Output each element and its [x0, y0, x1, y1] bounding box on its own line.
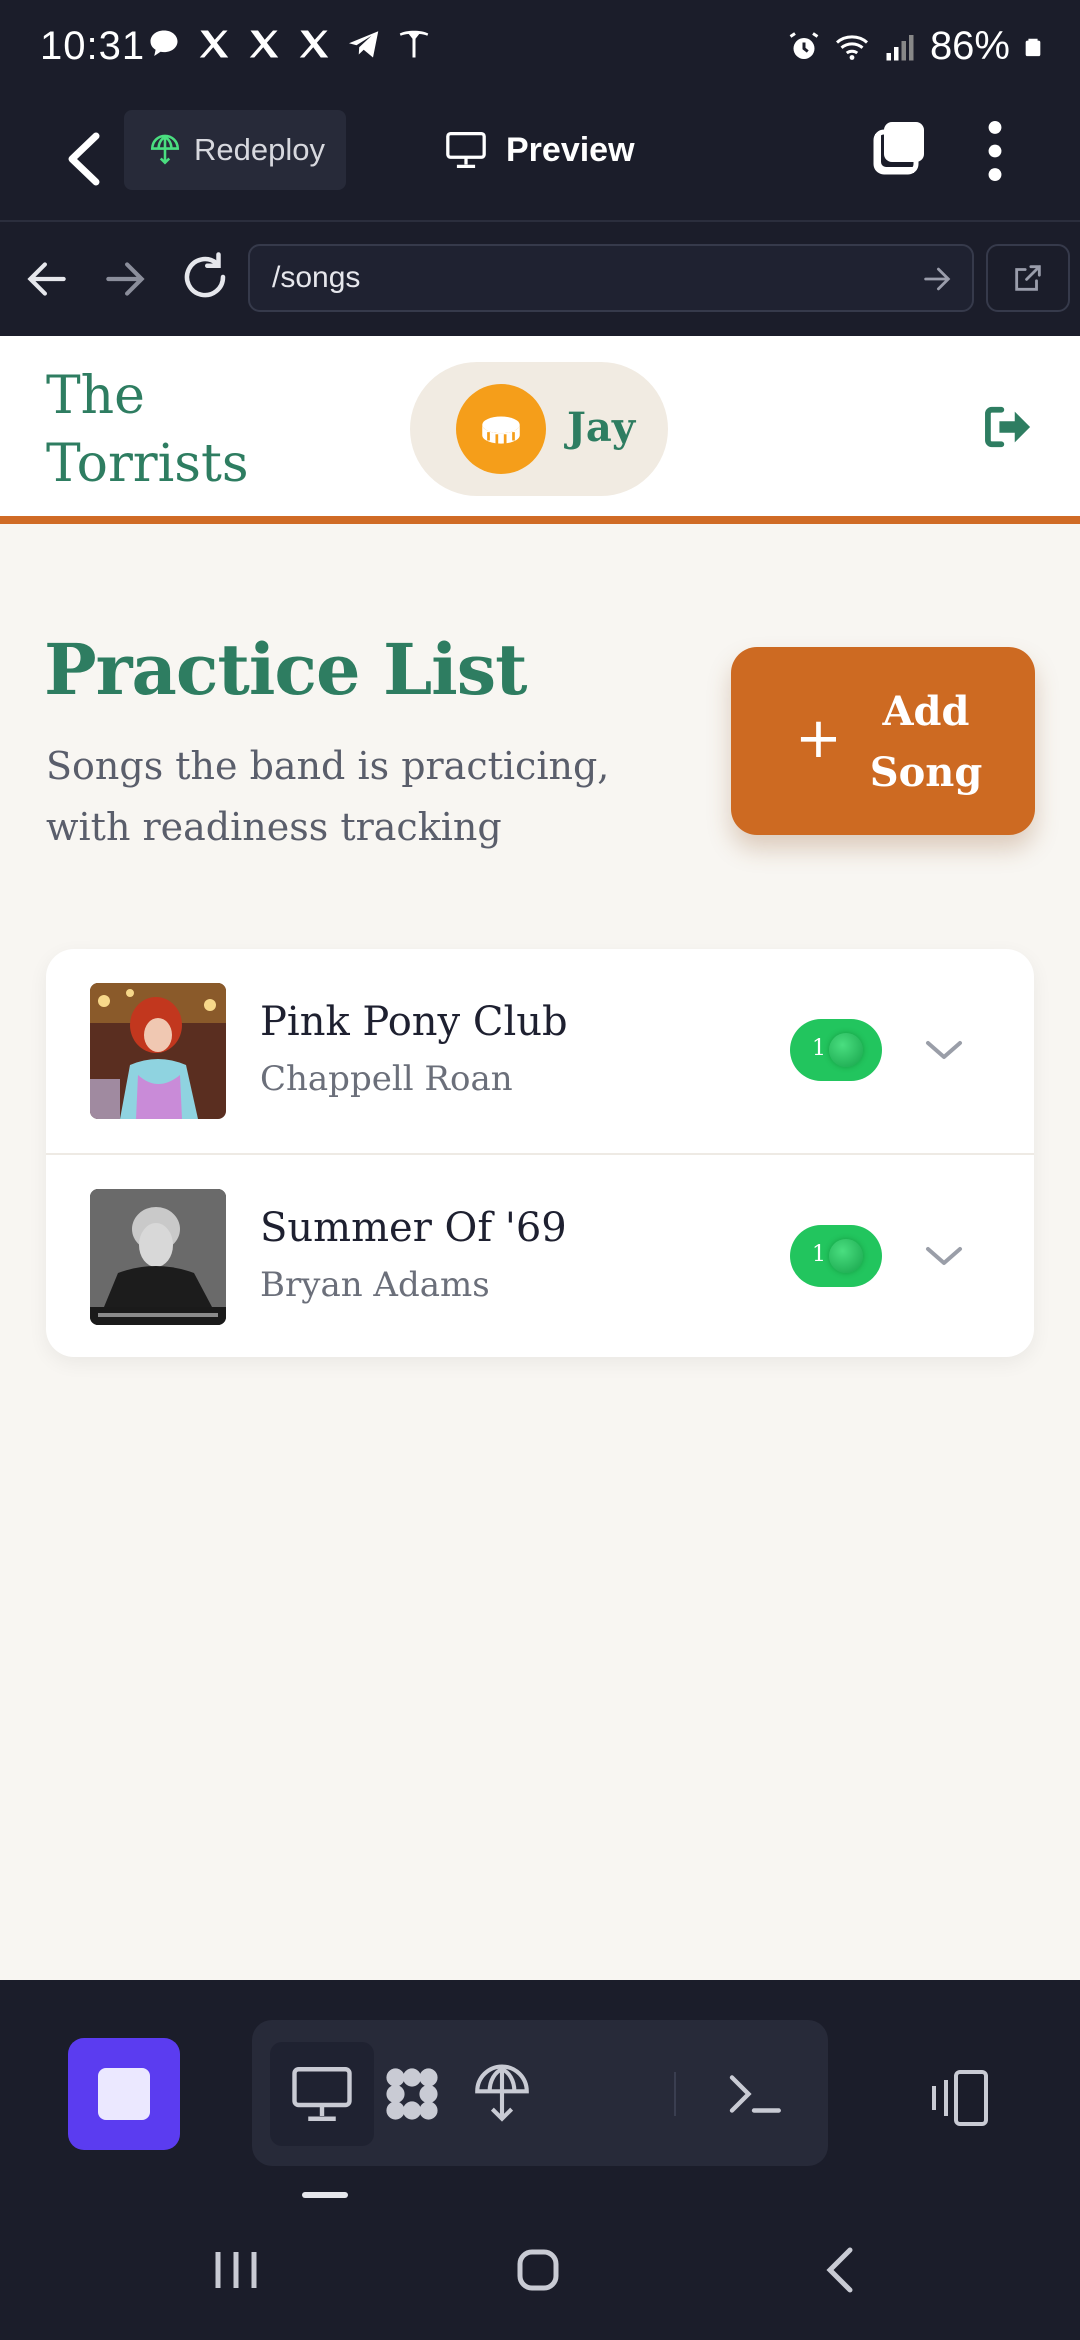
- logout-icon[interactable]: [984, 404, 1034, 450]
- notification-icons: [146, 26, 432, 62]
- tool-packages[interactable]: [360, 2042, 464, 2146]
- monitor-icon: [292, 2067, 352, 2121]
- ready-count: 1: [812, 1242, 826, 1267]
- deploy-icon: [475, 2064, 529, 2122]
- album-cover: [90, 1189, 226, 1325]
- avatar: [456, 384, 546, 474]
- ready-count: 1: [812, 1036, 826, 1061]
- system-navigation: [0, 2200, 1080, 2340]
- page-subtitle: Songs the band is practicing, with readi…: [46, 744, 610, 849]
- url-text: /songs: [272, 261, 361, 294]
- terminal-icon: [729, 2075, 781, 2113]
- x-icon: [299, 30, 329, 58]
- back-icon[interactable]: [812, 2240, 872, 2300]
- x-icon: [199, 30, 229, 58]
- site-header: The Torrists Jay: [0, 336, 1080, 524]
- more-vertical-icon[interactable]: [980, 118, 1010, 184]
- song-artist: Bryan Adams: [260, 1265, 490, 1305]
- album-cover: [90, 983, 226, 1119]
- system-status: 86%: [786, 24, 1044, 69]
- battery-icon: [1025, 38, 1041, 56]
- status-bar: 10:31 86%: [0, 0, 1080, 100]
- battery-percent: 86%: [929, 24, 1010, 68]
- song-title: Pink Pony Club: [260, 999, 568, 1045]
- tesla-icon: [399, 30, 429, 58]
- song-artist: Chappell Roan: [260, 1059, 513, 1099]
- alarm-icon: [789, 31, 819, 59]
- tool-group: [252, 2020, 828, 2166]
- page-title: Practice List: [44, 628, 528, 711]
- tool-preview[interactable]: [270, 2042, 374, 2146]
- url-input[interactable]: /songs: [248, 244, 974, 312]
- add-song-label: Add Song: [869, 688, 983, 796]
- app-header: Redeploy Preview: [0, 100, 1080, 222]
- deploy-icon: [150, 134, 180, 165]
- wifi-icon: [835, 34, 868, 60]
- divider: [674, 2072, 676, 2116]
- songs-list: Pink Pony Club Chappell Roan 1 Summer Of…: [46, 949, 1034, 1357]
- readiness-badge[interactable]: 1: [790, 1225, 882, 1287]
- devices-icon[interactable]: [922, 2068, 992, 2128]
- preview-label: Preview: [506, 130, 635, 169]
- reload-icon[interactable]: [178, 250, 232, 304]
- recents-icon[interactable]: [206, 2240, 266, 2300]
- redeploy-label: Redeploy: [194, 132, 325, 167]
- plus-icon: +: [795, 706, 842, 771]
- url-bar: /songs: [0, 222, 1080, 336]
- web-preview: The Torrists Jay Practice List Songs the…: [0, 336, 1080, 1980]
- tool-deploy[interactable]: [450, 2042, 554, 2146]
- stop-button[interactable]: [68, 2038, 180, 2150]
- user-name: Jay: [567, 404, 636, 451]
- song-row[interactable]: Pink Pony Club Chappell Roan 1: [46, 949, 1034, 1153]
- chevron-down-icon[interactable]: [924, 1035, 964, 1065]
- readiness-badge[interactable]: 1: [790, 1019, 882, 1081]
- grid-icon: [386, 2068, 438, 2120]
- song-row[interactable]: Summer Of '69 Bryan Adams 1: [46, 1153, 1034, 1357]
- chat-icon: [150, 30, 178, 56]
- open-external-button[interactable]: [986, 244, 1070, 312]
- telegram-icon: [349, 31, 379, 58]
- stop-icon: [98, 2068, 150, 2120]
- song-title: Summer Of '69: [260, 1205, 567, 1251]
- x-icon: [249, 30, 279, 58]
- redeploy-button[interactable]: Redeploy: [124, 110, 346, 190]
- site-title[interactable]: The Torrists: [46, 362, 306, 498]
- nav-back-icon[interactable]: [22, 254, 72, 304]
- nav-forward-icon[interactable]: [100, 254, 150, 304]
- active-tab-indicator: [302, 2192, 348, 2198]
- tool-terminal[interactable]: [702, 2042, 806, 2146]
- status-time: 10:31: [40, 24, 146, 68]
- status-dot-icon: [829, 1239, 863, 1273]
- user-pill[interactable]: Jay: [410, 362, 668, 496]
- bottom-toolbar: [0, 1980, 1080, 2200]
- back-arrow-icon[interactable]: [56, 124, 116, 194]
- chevron-down-icon[interactable]: [924, 1241, 964, 1271]
- signal-icon: [886, 34, 914, 60]
- add-song-button[interactable]: + Add Song: [731, 647, 1035, 835]
- preview-title: Preview: [444, 120, 635, 180]
- external-link-icon: [1015, 265, 1041, 291]
- drum-icon: [482, 416, 520, 444]
- monitor-icon: [446, 132, 486, 168]
- go-arrow-icon[interactable]: [920, 262, 954, 296]
- home-icon[interactable]: [508, 2240, 568, 2300]
- tabs-icon[interactable]: [868, 118, 928, 178]
- status-dot-icon: [829, 1033, 863, 1067]
